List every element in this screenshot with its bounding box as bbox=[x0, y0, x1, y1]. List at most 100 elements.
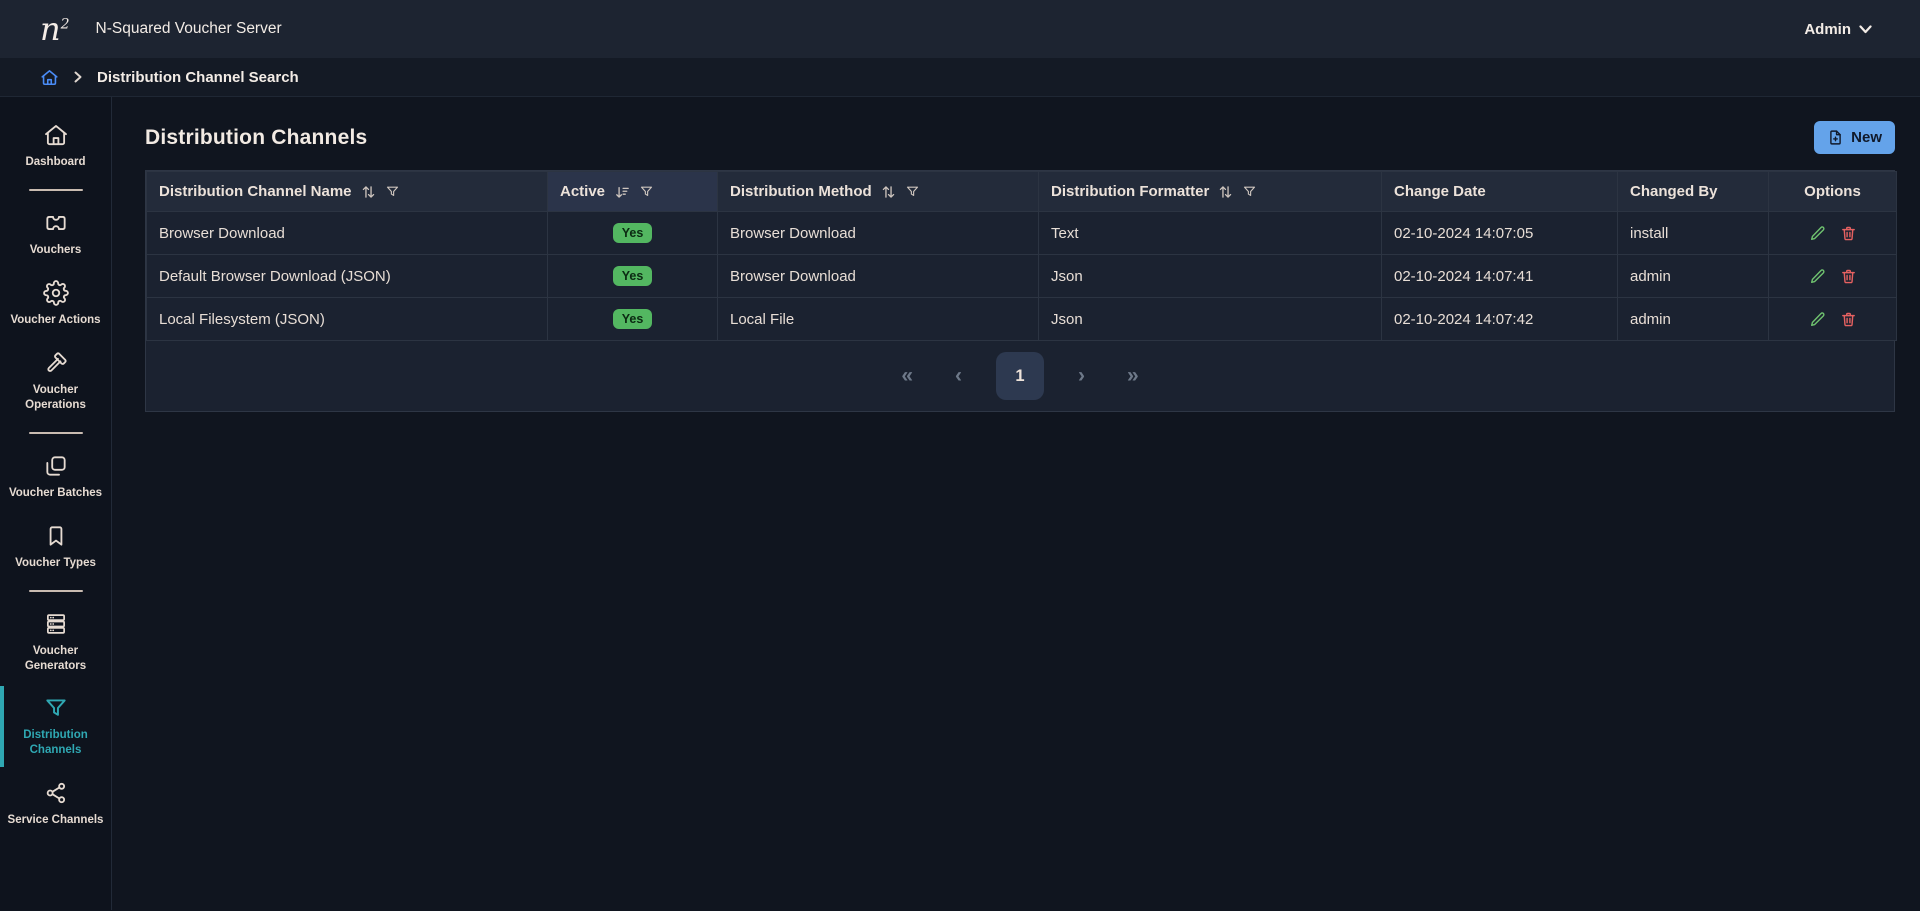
cell-formatter: Json bbox=[1039, 255, 1382, 298]
table-header-row: Distribution Channel Name Active Distrib… bbox=[147, 172, 1897, 212]
filter-icon[interactable] bbox=[1242, 184, 1257, 199]
cell-changed-by: admin bbox=[1618, 255, 1769, 298]
column-header-change-date: Change Date bbox=[1382, 172, 1618, 212]
table-row: Default Browser Download (JSON) Yes Brow… bbox=[147, 255, 1897, 298]
edit-button[interactable] bbox=[1809, 311, 1826, 328]
trash-icon bbox=[1840, 311, 1857, 328]
sidebar-item-label: Distribution Channels bbox=[6, 728, 105, 758]
sidebar-item-label: Voucher Operations bbox=[6, 383, 105, 413]
cell-formatter: Text bbox=[1039, 212, 1382, 255]
delete-button[interactable] bbox=[1840, 268, 1857, 285]
sidebar-divider bbox=[29, 432, 83, 434]
cell-changed-by: admin bbox=[1618, 298, 1769, 341]
delete-button[interactable] bbox=[1840, 311, 1857, 328]
chevron-down-icon bbox=[1859, 25, 1872, 34]
cell-change-date: 02-10-2024 14:07:05 bbox=[1382, 212, 1618, 255]
home-icon[interactable] bbox=[40, 68, 59, 87]
pagination-current-page[interactable]: 1 bbox=[996, 352, 1044, 400]
column-header-formatter[interactable]: Distribution Formatter bbox=[1039, 172, 1382, 212]
table-row: Browser Download Yes Browser Download Te… bbox=[147, 212, 1897, 255]
pagination-first-button[interactable]: « bbox=[893, 360, 921, 392]
cell-channel-name: Browser Download bbox=[147, 212, 548, 255]
cell-method: Browser Download bbox=[718, 255, 1039, 298]
app-title: N-Squared Voucher Server bbox=[96, 20, 282, 38]
trash-icon bbox=[1840, 225, 1857, 242]
delete-button[interactable] bbox=[1840, 225, 1857, 242]
sidebar-item-label: Voucher Generators bbox=[6, 644, 105, 674]
app-logo: n2 bbox=[40, 13, 70, 45]
sidebar-item-vouchers[interactable]: Vouchers bbox=[0, 199, 111, 269]
breadcrumb: Distribution Channel Search bbox=[0, 58, 1920, 97]
sort-desc-icon[interactable] bbox=[614, 184, 630, 200]
pagination-prev-button[interactable]: ‹ bbox=[947, 360, 970, 392]
cell-method: Browser Download bbox=[718, 212, 1039, 255]
sidebar-item-label: Voucher Batches bbox=[9, 486, 102, 501]
pencil-icon bbox=[1809, 268, 1826, 285]
user-menu-dropdown[interactable]: Admin bbox=[1804, 21, 1872, 38]
cell-active: Yes bbox=[548, 212, 718, 255]
distribution-channels-table: Distribution Channel Name Active Distrib… bbox=[145, 170, 1895, 412]
sidebar: Dashboard Vouchers Voucher Actions Vouch… bbox=[0, 97, 112, 910]
sidebar-item-label: Vouchers bbox=[30, 243, 82, 258]
sidebar-item-voucher-operations[interactable]: Voucher Operations bbox=[0, 339, 111, 424]
status-badge: Yes bbox=[613, 309, 653, 330]
pagination-next-button[interactable]: › bbox=[1070, 360, 1093, 392]
sidebar-divider bbox=[29, 189, 83, 191]
cell-formatter: Json bbox=[1039, 298, 1382, 341]
sidebar-item-dashboard[interactable]: Dashboard bbox=[0, 111, 111, 181]
cell-change-date: 02-10-2024 14:07:42 bbox=[1382, 298, 1618, 341]
filter-icon[interactable] bbox=[639, 184, 654, 199]
pagination: « ‹ 1 › » bbox=[146, 341, 1894, 411]
server-icon bbox=[43, 611, 69, 637]
cell-method: Local File bbox=[718, 298, 1039, 341]
status-badge: Yes bbox=[613, 223, 653, 244]
sidebar-divider bbox=[29, 590, 83, 592]
cell-options bbox=[1769, 255, 1897, 298]
edit-button[interactable] bbox=[1809, 225, 1826, 242]
sort-icon[interactable] bbox=[361, 184, 376, 200]
sidebar-item-service-channels[interactable]: Service Channels bbox=[0, 769, 111, 839]
sidebar-item-distribution-channels[interactable]: Distribution Channels bbox=[0, 684, 111, 769]
ticket-icon bbox=[43, 210, 69, 236]
sidebar-item-label: Service Channels bbox=[8, 813, 104, 828]
sort-icon[interactable] bbox=[881, 184, 896, 200]
column-header-active[interactable]: Active bbox=[548, 172, 718, 212]
home-icon bbox=[43, 122, 69, 148]
hammer-icon bbox=[43, 350, 69, 376]
column-header-name[interactable]: Distribution Channel Name bbox=[147, 172, 548, 212]
sidebar-item-label: Dashboard bbox=[25, 155, 85, 170]
new-button[interactable]: New bbox=[1814, 121, 1895, 154]
gear-icon bbox=[43, 280, 69, 306]
file-plus-icon bbox=[1827, 129, 1844, 146]
sidebar-item-voucher-generators[interactable]: Voucher Generators bbox=[0, 600, 111, 685]
pencil-icon bbox=[1809, 225, 1826, 242]
pagination-last-button[interactable]: » bbox=[1119, 360, 1147, 392]
pencil-icon bbox=[1809, 311, 1826, 328]
copy-icon bbox=[43, 453, 69, 479]
user-menu-label: Admin bbox=[1804, 21, 1851, 38]
cell-channel-name: Default Browser Download (JSON) bbox=[147, 255, 548, 298]
cell-change-date: 02-10-2024 14:07:41 bbox=[1382, 255, 1618, 298]
cell-options bbox=[1769, 298, 1897, 341]
breadcrumb-current-page: Distribution Channel Search bbox=[97, 69, 299, 86]
cell-changed-by: install bbox=[1618, 212, 1769, 255]
sidebar-item-label: Voucher Actions bbox=[10, 313, 100, 328]
sort-icon[interactable] bbox=[1218, 184, 1233, 200]
filter-icon[interactable] bbox=[385, 184, 400, 199]
sidebar-item-voucher-types[interactable]: Voucher Types bbox=[0, 512, 111, 582]
column-header-method[interactable]: Distribution Method bbox=[718, 172, 1039, 212]
bookmark-icon bbox=[43, 523, 69, 549]
sidebar-item-voucher-batches[interactable]: Voucher Batches bbox=[0, 442, 111, 512]
trash-icon bbox=[1840, 268, 1857, 285]
sidebar-item-voucher-actions[interactable]: Voucher Actions bbox=[0, 269, 111, 339]
page-title: Distribution Channels bbox=[145, 126, 367, 150]
share-nodes-icon bbox=[43, 780, 69, 806]
edit-button[interactable] bbox=[1809, 268, 1826, 285]
main-content: Distribution Channels New Distrib bbox=[112, 97, 1920, 910]
column-header-options: Options bbox=[1769, 172, 1897, 212]
cell-channel-name: Local Filesystem (JSON) bbox=[147, 298, 548, 341]
filter-icon[interactable] bbox=[905, 184, 920, 199]
chevron-right-icon bbox=[74, 71, 82, 83]
sidebar-item-label: Voucher Types bbox=[15, 556, 96, 571]
status-badge: Yes bbox=[613, 266, 653, 287]
